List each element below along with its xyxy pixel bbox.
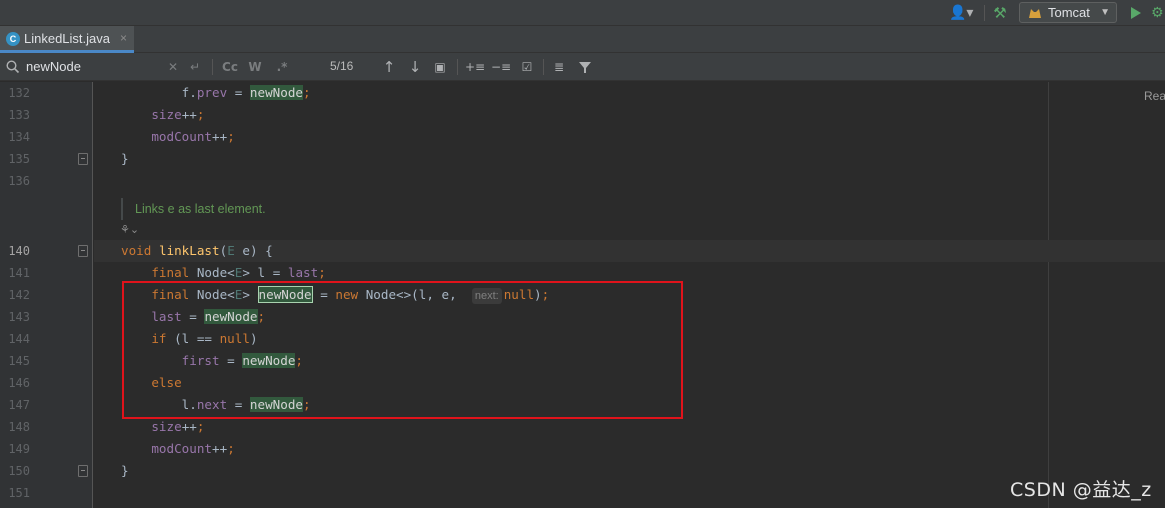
code-vision-icon[interactable]: ⚘⌄	[120, 223, 139, 237]
code-text: void linkLast(E e) {	[121, 243, 273, 258]
user-icon[interactable]: 👤▾	[949, 4, 977, 22]
match-case-button[interactable]: Cc	[220, 58, 240, 76]
main-toolbar: 👤▾ ⚒ Tomcat ▼ ⚙	[0, 0, 1165, 26]
search-divider	[543, 59, 544, 75]
clear-icon[interactable]: ✕	[166, 58, 180, 76]
code-text: size++;	[151, 419, 205, 434]
code-text: size++;	[151, 107, 205, 122]
line-number: 146	[8, 376, 30, 390]
select-all-occurrences-icon[interactable]: ▣	[432, 58, 448, 76]
line-number: 142	[8, 288, 30, 302]
code-line: 149 modCount++;	[0, 438, 1165, 460]
line-number: 144	[8, 332, 30, 346]
code-line: 133 size++;	[0, 104, 1165, 126]
code-line: 148 size++;	[0, 416, 1165, 438]
add-selection-icon[interactable]: +≡	[465, 58, 485, 76]
regex-button[interactable]: .*	[273, 58, 291, 76]
code-text: modCount++;	[151, 441, 235, 456]
watermark: CSDN @益达_z	[1010, 479, 1152, 501]
code-line: 132 f.prev = newNode;	[0, 82, 1165, 104]
play-icon[interactable]	[1128, 3, 1144, 23]
find-bar: newNode ✕ ↵ Cc W .* 5/16 ↑ ↓ ▣ +≡ −≡ ☑ ≣	[0, 53, 1165, 81]
line-number: 143	[8, 310, 30, 324]
line-number: 151	[8, 486, 30, 500]
tomcat-icon	[1029, 9, 1041, 18]
search-icon[interactable]	[5, 59, 21, 75]
code-line: 150 }	[0, 460, 1165, 482]
code-line: 135 }	[0, 148, 1165, 170]
fold-icon[interactable]	[78, 465, 88, 477]
match-count: 5/16	[330, 59, 354, 73]
line-number: 150	[8, 464, 30, 478]
highlight-annotation-box	[122, 281, 683, 419]
line-number: 140	[8, 244, 30, 258]
fold-icon[interactable]	[78, 153, 88, 165]
line-number: 149	[8, 442, 30, 456]
remove-selection-icon[interactable]: −≡	[491, 58, 511, 76]
rendered-doc-comment[interactable]: Links e as last element.	[121, 198, 1041, 220]
java-class-icon: C	[6, 32, 20, 46]
code-text: modCount++;	[151, 129, 235, 144]
filter-icon[interactable]	[578, 58, 592, 76]
line-number: 132	[8, 86, 30, 100]
line-number: 147	[8, 398, 30, 412]
line-number: 133	[8, 108, 30, 122]
line-number: 141	[8, 266, 30, 280]
line-number: 134	[8, 130, 30, 144]
code-text: }	[121, 151, 129, 166]
hammer-icon[interactable]: ⚒	[990, 3, 1010, 23]
new-line-icon[interactable]: ↵	[186, 58, 204, 76]
select-all-icon[interactable]: ☑	[517, 58, 537, 76]
code-text: }	[121, 463, 129, 478]
line-number: 136	[8, 174, 30, 188]
in-selection-icon[interactable]: ≣	[550, 58, 568, 76]
toolbar-divider	[984, 5, 985, 21]
code-line: 136	[0, 170, 1165, 192]
search-input[interactable]: newNode	[26, 53, 81, 80]
code-line: 134 modCount++;	[0, 126, 1165, 148]
line-number: 135	[8, 152, 30, 166]
code-text: f.prev = newNode;	[121, 85, 311, 100]
search-divider	[457, 59, 458, 75]
code-editor[interactable]: Rea 132 f.prev = newNode; 133 size++; 13…	[0, 82, 1165, 508]
editor-tab-bar: C LinkedList.java ×	[0, 26, 1165, 53]
bug-icon[interactable]: ⚙	[1151, 3, 1165, 23]
fold-icon[interactable]	[78, 245, 88, 257]
code-line: 151	[0, 482, 1165, 504]
line-number: 145	[8, 354, 30, 368]
tab-label: LinkedList.java	[24, 31, 110, 46]
words-button[interactable]: W	[247, 58, 263, 76]
close-icon[interactable]: ×	[120, 26, 127, 51]
tab-linkedlist-java[interactable]: C LinkedList.java ×	[0, 26, 134, 53]
run-configuration-label: Tomcat	[1048, 5, 1090, 20]
next-occurrence-icon[interactable]: ↓	[407, 58, 423, 76]
previous-occurrence-icon[interactable]: ↑	[381, 58, 397, 76]
search-divider	[212, 59, 213, 75]
line-number: 148	[8, 420, 30, 434]
chevron-down-icon: ▼	[1100, 7, 1110, 18]
code-line: 140 void linkLast(E e) {	[0, 240, 1165, 262]
run-configuration-select[interactable]: Tomcat ▼	[1019, 2, 1117, 23]
